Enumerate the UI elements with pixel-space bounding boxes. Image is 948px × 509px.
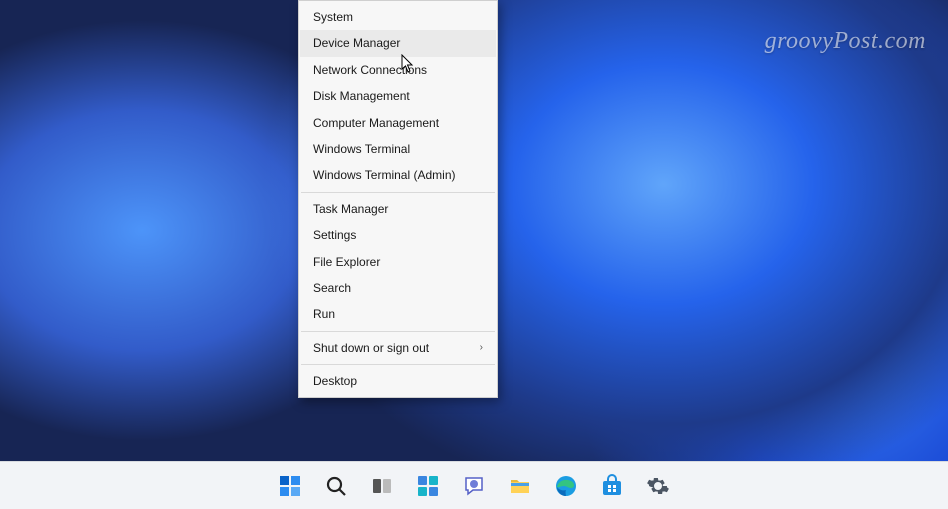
menu-item-label: Task Manager <box>313 202 388 216</box>
menu-item-search[interactable]: Search <box>300 275 496 301</box>
menu-item-label: Device Manager <box>313 36 400 50</box>
chevron-right-icon: › <box>480 342 483 354</box>
file-explorer-icon <box>508 474 532 498</box>
menu-separator <box>301 364 495 365</box>
menu-item-system[interactable]: System <box>300 4 496 30</box>
menu-item-device-manager[interactable]: Device Manager <box>300 30 496 56</box>
search-icon <box>324 474 348 498</box>
menu-item-label: Disk Management <box>313 89 410 103</box>
menu-item-windows-terminal-admin[interactable]: Windows Terminal (Admin) <box>300 162 496 188</box>
menu-item-run[interactable]: Run <box>300 301 496 327</box>
taskbar <box>0 461 948 509</box>
menu-item-label: Windows Terminal <box>313 142 410 156</box>
menu-item-label: Network Connections <box>313 63 427 77</box>
edge-button[interactable] <box>546 466 586 506</box>
edge-icon <box>554 474 578 498</box>
menu-item-disk-management[interactable]: Disk Management <box>300 83 496 109</box>
menu-item-label: Desktop <box>313 374 357 388</box>
menu-item-settings[interactable]: Settings <box>300 222 496 248</box>
widgets-icon <box>416 474 440 498</box>
start-button[interactable] <box>270 466 310 506</box>
desktop-wallpaper: groovyPost.com System Device Manager Netwo… <box>0 0 948 461</box>
winx-context-menu: System Device Manager Network Connections D… <box>298 0 498 398</box>
menu-item-label: Computer Management <box>313 116 439 130</box>
store-button[interactable] <box>592 466 632 506</box>
menu-item-label: Shut down or sign out <box>313 341 429 355</box>
task-view-button[interactable] <box>362 466 402 506</box>
start-icon <box>278 474 302 498</box>
menu-item-file-explorer[interactable]: File Explorer <box>300 249 496 275</box>
menu-item-network-connections[interactable]: Network Connections <box>300 57 496 83</box>
chat-button[interactable] <box>454 466 494 506</box>
menu-item-label: Search <box>313 281 351 295</box>
menu-item-label: Windows Terminal (Admin) <box>313 168 455 182</box>
file-explorer-button[interactable] <box>500 466 540 506</box>
menu-item-label: System <box>313 10 353 24</box>
task-view-icon <box>370 474 394 498</box>
settings-icon <box>646 474 670 498</box>
search-button[interactable] <box>316 466 356 506</box>
menu-separator <box>301 192 495 193</box>
menu-item-shut-down-or-sign-out[interactable]: Shut down or sign out › <box>300 335 496 361</box>
menu-item-desktop[interactable]: Desktop <box>300 368 496 394</box>
menu-item-computer-management[interactable]: Computer Management <box>300 110 496 136</box>
widgets-button[interactable] <box>408 466 448 506</box>
menu-item-label: Settings <box>313 228 356 242</box>
chat-icon <box>462 474 486 498</box>
menu-item-windows-terminal[interactable]: Windows Terminal <box>300 136 496 162</box>
menu-item-label: Run <box>313 307 335 321</box>
menu-item-task-manager[interactable]: Task Manager <box>300 196 496 222</box>
watermark-text: groovyPost.com <box>765 28 926 55</box>
menu-item-label: File Explorer <box>313 255 380 269</box>
settings-button[interactable] <box>638 466 678 506</box>
menu-separator <box>301 331 495 332</box>
store-icon <box>600 474 624 498</box>
